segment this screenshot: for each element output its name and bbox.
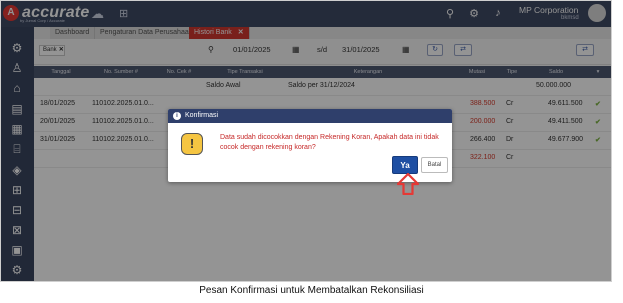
dialog-title: Konfirmasi [185,112,219,119]
info-icon: i [173,112,181,120]
warning-icon: ! [181,133,203,155]
app-window: A accurate by Jurnal Corp / Accurate ☁ ⊞… [0,0,612,282]
yes-button[interactable]: Ya [392,156,418,174]
highlight-arrow-icon [397,173,419,195]
cancel-button[interactable]: Batal [421,157,448,173]
figure-caption: Pesan Konfirmasi untuk Membatalkan Rekon… [199,285,424,296]
dialog-header: i Konfirmasi [168,109,452,123]
confirmation-dialog: i Konfirmasi ! Data sudah dicocokkan den… [168,109,452,182]
dialog-message: Data sudah dicocokkan dengan Rekening Ko… [220,134,439,151]
